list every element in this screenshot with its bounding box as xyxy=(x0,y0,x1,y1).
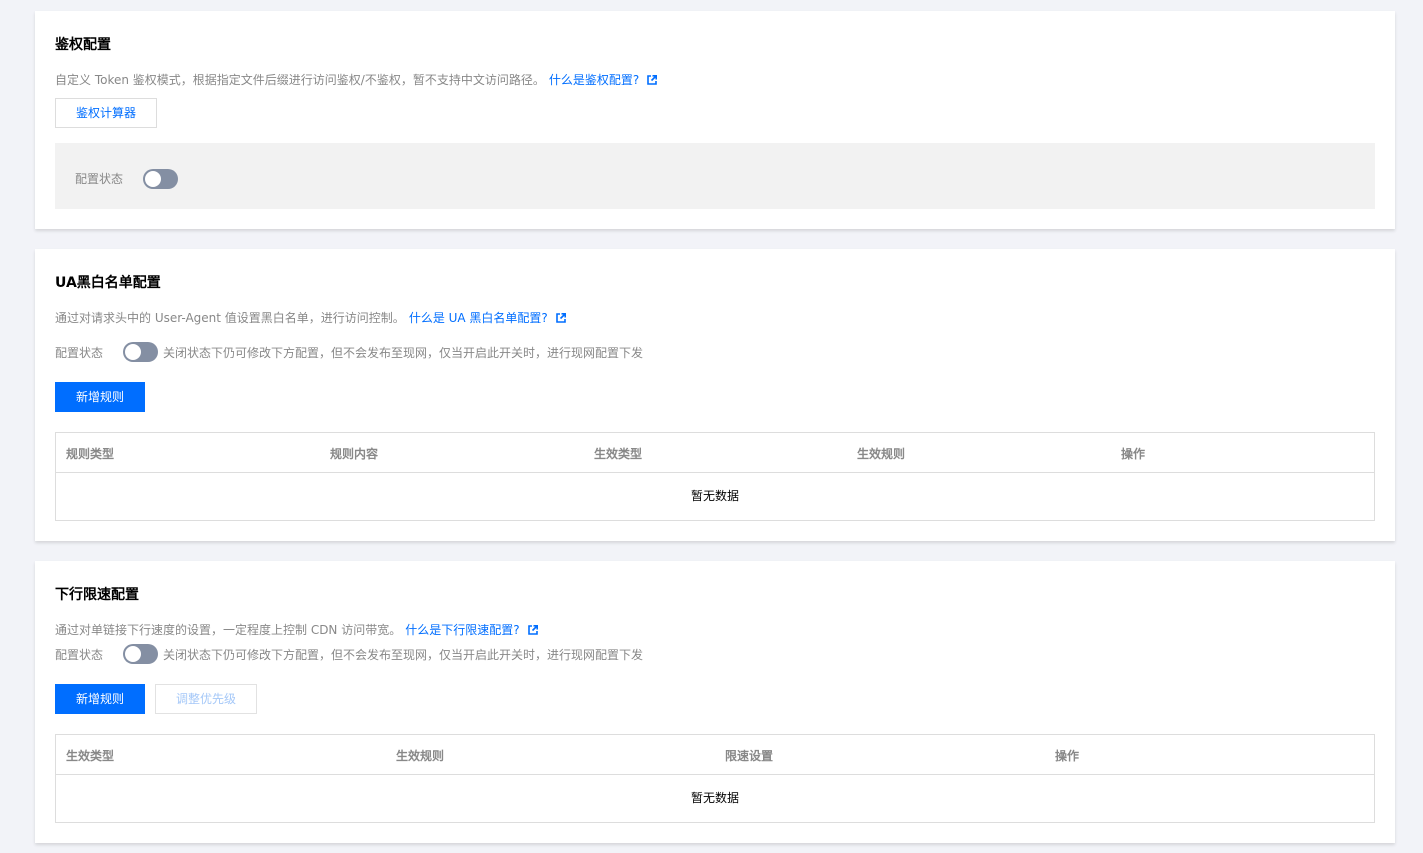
empty-state-text: 暂无数据 xyxy=(690,489,739,503)
column-header: 生效类型 xyxy=(594,447,643,461)
column-header: 生效规则 xyxy=(396,749,445,763)
auth-calculator-button[interactable]: 鉴权计算器 xyxy=(55,98,157,128)
external-link-icon[interactable] xyxy=(527,625,538,635)
ua-config-card: UA黑白名单配置 通过对请求头中的 User-Agent 值设置黑白名单，进行访… xyxy=(35,249,1395,541)
speed-help-link[interactable]: 什么是下行限速配置? xyxy=(405,623,519,637)
table-header: 规则类型 规则内容 生效类型 生效规则 操作 xyxy=(56,433,1374,473)
speed-rules-table: 生效类型 生效规则 限速设置 操作 暂无数据 xyxy=(55,734,1375,823)
speed-limit-title: 下行限速配置 xyxy=(55,587,139,603)
auth-desc-text: 自定义 Token 鉴权模式，根据指定文件后缀进行访问鉴权/不鉴权，暂不支持中文… xyxy=(55,73,545,87)
column-header: 规则类型 xyxy=(66,447,115,461)
speed-limit-card: 下行限速配置 通过对单链接下行速度的设置，一定程度上控制 CDN 访问带宽。 什么… xyxy=(35,561,1395,843)
column-header: 操作 xyxy=(1055,749,1080,763)
ua-rules-table: 规则类型 规则内容 生效类型 生效规则 操作 暂无数据 xyxy=(55,432,1375,521)
auth-config-card: 鉴权配置 自定义 Token 鉴权模式，根据指定文件后缀进行访问鉴权/不鉴权，暂… xyxy=(35,11,1395,229)
speed-status-toggle[interactable] xyxy=(123,644,158,664)
speed-status-label: 配置状态 xyxy=(55,648,104,662)
ua-help-link[interactable]: 什么是 UA 黑白名单配置? xyxy=(409,311,548,325)
auth-config-title: 鉴权配置 xyxy=(55,37,111,53)
ua-add-rule-button[interactable]: 新增规则 xyxy=(55,382,145,412)
speed-add-rule-button[interactable]: 新增规则 xyxy=(55,684,145,714)
adjust-priority-button[interactable]: 调整优先级 xyxy=(155,684,257,714)
column-header: 规则内容 xyxy=(330,447,379,461)
ua-status-toggle[interactable] xyxy=(123,342,158,362)
auth-status-box: 配置状态 xyxy=(55,143,1375,209)
ua-config-title: UA黑白名单配置 xyxy=(55,275,161,291)
column-header: 操作 xyxy=(1121,447,1146,461)
speed-limit-description: 通过对单链接下行速度的设置，一定程度上控制 CDN 访问带宽。 什么是下行限速配置… xyxy=(55,621,538,638)
auth-help-link[interactable]: 什么是鉴权配置? xyxy=(549,73,639,87)
column-header: 生效规则 xyxy=(857,447,906,461)
speed-desc-text: 通过对单链接下行速度的设置，一定程度上控制 CDN 访问带宽。 xyxy=(55,623,402,637)
table-header: 生效类型 生效规则 限速设置 操作 xyxy=(56,735,1374,775)
ua-desc-text: 通过对请求头中的 User-Agent 值设置黑白名单，进行访问控制。 xyxy=(55,311,405,325)
auth-config-description: 自定义 Token 鉴权模式，根据指定文件后缀进行访问鉴权/不鉴权，暂不支持中文… xyxy=(55,71,658,88)
column-header: 生效类型 xyxy=(66,749,115,763)
speed-toggle-note: 关闭状态下仍可修改下方配置，但不会发布至现网，仅当开启此开关时，进行现网配置下发 xyxy=(163,648,644,662)
column-header: 限速设置 xyxy=(725,749,774,763)
external-link-icon[interactable] xyxy=(647,75,658,85)
auth-status-toggle[interactable] xyxy=(143,169,178,189)
empty-state-text: 暂无数据 xyxy=(690,791,739,805)
ua-status-label: 配置状态 xyxy=(55,346,104,360)
ua-config-description: 通过对请求头中的 User-Agent 值设置黑白名单，进行访问控制。 什么是 U… xyxy=(55,309,566,326)
auth-status-label: 配置状态 xyxy=(75,172,124,186)
external-link-icon[interactable] xyxy=(556,313,566,323)
ua-toggle-note: 关闭状态下仍可修改下方配置，但不会发布至现网，仅当开启此开关时，进行现网配置下发 xyxy=(163,346,644,360)
